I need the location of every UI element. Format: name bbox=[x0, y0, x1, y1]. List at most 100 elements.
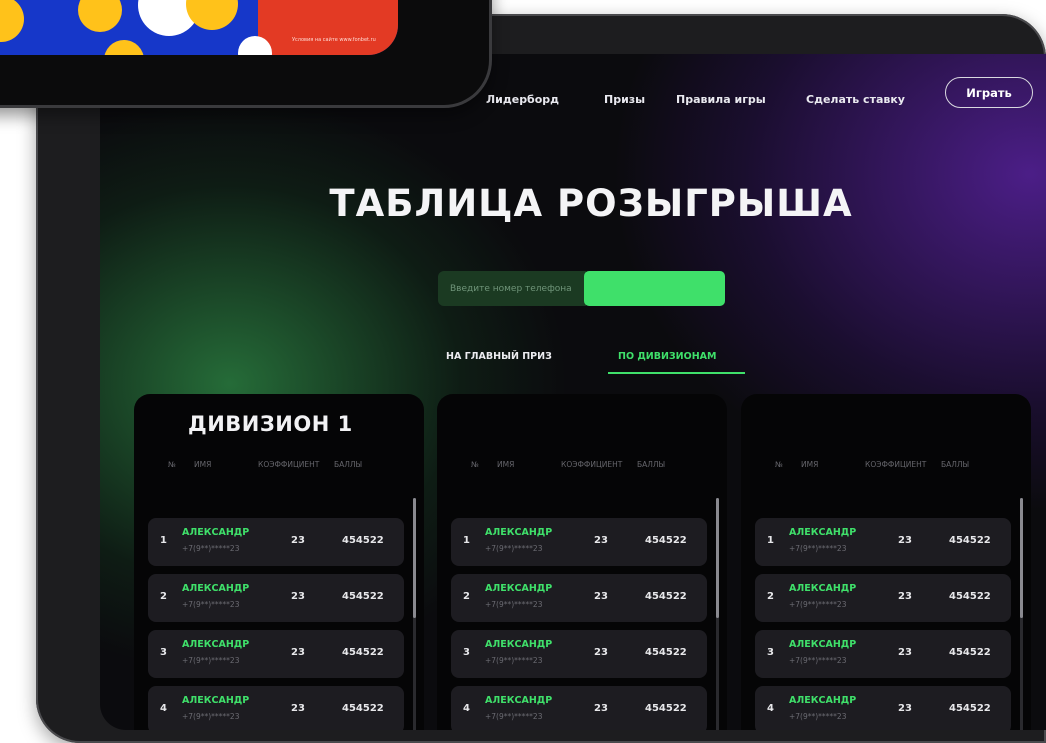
row-points: 454522 bbox=[342, 647, 384, 658]
row-points: 454522 bbox=[342, 591, 384, 602]
phone-search-input[interactable] bbox=[438, 271, 586, 306]
nav-link-leaderboard[interactable]: Лидерборд bbox=[486, 93, 559, 106]
row-name: АЛЕКСАНДР bbox=[789, 639, 857, 650]
scrollbar-thumb[interactable] bbox=[716, 498, 719, 618]
row-name: АЛЕКСАНДР bbox=[485, 639, 553, 650]
row-name: АЛЕКСАНДР bbox=[182, 639, 250, 650]
row-coef: 23 bbox=[594, 535, 608, 546]
table-row[interactable]: 2 АЛЕКСАНДР +7(9**)*****23 23 454522 bbox=[451, 574, 707, 622]
yellow-circle-shape bbox=[186, 0, 238, 30]
row-rank: 1 bbox=[767, 535, 774, 546]
row-name: АЛЕКСАНДР bbox=[182, 527, 250, 538]
yellow-circle-shape bbox=[104, 40, 144, 55]
division-title: ДИВИЗИОН 1 bbox=[188, 412, 353, 436]
row-phone: +7(9**)*****23 bbox=[789, 712, 847, 721]
nav-link-bet[interactable]: Сделать ставку bbox=[806, 93, 905, 106]
phone-fine-print: Условия на сайте www.fonbet.ru bbox=[292, 37, 376, 43]
row-coef: 23 bbox=[898, 647, 912, 658]
row-points: 454522 bbox=[645, 647, 687, 658]
col-header-name: ИМЯ bbox=[194, 460, 212, 469]
row-rank: 3 bbox=[767, 647, 774, 658]
row-coef: 23 bbox=[594, 647, 608, 658]
row-phone: +7(9**)*****23 bbox=[485, 656, 543, 665]
row-name: АЛЕКСАНДР bbox=[182, 695, 250, 706]
row-coef: 23 bbox=[594, 703, 608, 714]
row-rank: 4 bbox=[160, 703, 167, 714]
col-header-points: БАЛЛЫ bbox=[637, 460, 666, 469]
table-row[interactable]: 3 АЛЕКСАНДР +7(9**)*****23 23 454522 bbox=[148, 630, 404, 678]
row-coef: 23 bbox=[291, 591, 305, 602]
row-name: АЛЕКСАНДР bbox=[789, 527, 857, 538]
table-row[interactable]: 3 АЛЕКСАНДР +7(9**)*****23 23 454522 bbox=[755, 630, 1011, 678]
row-name: АЛЕКСАНДР bbox=[789, 695, 857, 706]
table-row[interactable]: 2 АЛЕКСАНДР +7(9**)*****23 23 454522 bbox=[755, 574, 1011, 622]
row-coef: 23 bbox=[898, 535, 912, 546]
row-points: 454522 bbox=[949, 703, 991, 714]
search-button[interactable] bbox=[584, 271, 725, 306]
nav-link-rules[interactable]: Правила игры bbox=[676, 93, 766, 106]
yellow-circle-shape bbox=[0, 0, 24, 42]
col-header-points: БАЛЛЫ bbox=[941, 460, 970, 469]
division-card: ДИВИЗИОН 1 № ИМЯ КОЭФФИЦИЕНТ БАЛЛЫ 1 АЛЕ… bbox=[134, 394, 424, 730]
row-phone: +7(9**)*****23 bbox=[789, 656, 847, 665]
row-coef: 23 bbox=[898, 591, 912, 602]
red-banner-shape bbox=[258, 0, 398, 55]
phone-screen: Условия на сайте www.fonbet.ru bbox=[0, 0, 398, 55]
row-points: 454522 bbox=[342, 535, 384, 546]
table-row[interactable]: 1 АЛЕКСАНДР +7(9**)*****23 23 454522 bbox=[451, 518, 707, 566]
col-header-coef: КОЭФФИЦИЕНТ bbox=[258, 460, 320, 469]
tablet-frame: Лидерборд Призы Правила игры Сделать ста… bbox=[36, 14, 1046, 743]
row-rank: 4 bbox=[463, 703, 470, 714]
scrollbar[interactable] bbox=[716, 498, 719, 730]
active-tab-indicator bbox=[608, 372, 745, 374]
row-rank: 4 bbox=[767, 703, 774, 714]
col-header-name: ИМЯ bbox=[497, 460, 515, 469]
col-header-coef: КОЭФФИЦИЕНТ bbox=[561, 460, 623, 469]
table-row[interactable]: 1 АЛЕКСАНДР +7(9**)*****23 23 454522 bbox=[755, 518, 1011, 566]
row-name: АЛЕКСАНДР bbox=[485, 527, 553, 538]
row-points: 454522 bbox=[342, 703, 384, 714]
row-rank: 3 bbox=[463, 647, 470, 658]
table-row[interactable]: 4 АЛЕКСАНДР +7(9**)*****23 23 454522 bbox=[148, 686, 404, 730]
row-phone: +7(9**)*****23 bbox=[485, 600, 543, 609]
row-phone: +7(9**)*****23 bbox=[789, 600, 847, 609]
table-row[interactable]: 2 АЛЕКСАНДР +7(9**)*****23 23 454522 bbox=[148, 574, 404, 622]
row-coef: 23 bbox=[594, 591, 608, 602]
row-phone: +7(9**)*****23 bbox=[485, 544, 543, 553]
row-rank: 1 bbox=[463, 535, 470, 546]
row-name: АЛЕКСАНДР bbox=[485, 695, 553, 706]
scrollbar-thumb[interactable] bbox=[1020, 498, 1023, 618]
row-rank: 2 bbox=[463, 591, 470, 602]
row-phone: +7(9**)*****23 bbox=[182, 544, 240, 553]
tab-divisions[interactable]: ПО ДИВИЗИОНАМ bbox=[618, 351, 716, 362]
row-coef: 23 bbox=[291, 535, 305, 546]
table-row[interactable]: 1 АЛЕКСАНДР +7(9**)*****23 23 454522 bbox=[148, 518, 404, 566]
col-header-num: № bbox=[168, 460, 176, 469]
phone-frame: Условия на сайте www.fonbet.ru bbox=[0, 0, 492, 108]
page-title: ТАБЛИЦА РОЗЫГРЫША bbox=[329, 182, 853, 225]
col-header-points: БАЛЛЫ bbox=[334, 460, 363, 469]
division-card: № ИМЯ КОЭФФИЦИЕНТ БАЛЛЫ 1 АЛЕКСАНДР +7(9… bbox=[741, 394, 1031, 730]
table-row[interactable]: 3 АЛЕКСАНДР +7(9**)*****23 23 454522 bbox=[451, 630, 707, 678]
row-coef: 23 bbox=[898, 703, 912, 714]
nav-link-prizes[interactable]: Призы bbox=[604, 93, 645, 106]
row-phone: +7(9**)*****23 bbox=[789, 544, 847, 553]
row-points: 454522 bbox=[949, 591, 991, 602]
yellow-circle-shape bbox=[78, 0, 122, 32]
row-rank: 3 bbox=[160, 647, 167, 658]
tab-main-prize[interactable]: НА ГЛАВНЫЙ ПРИЗ bbox=[446, 351, 552, 362]
row-coef: 23 bbox=[291, 703, 305, 714]
col-header-num: № bbox=[471, 460, 479, 469]
scrollbar-thumb[interactable] bbox=[413, 498, 416, 618]
row-name: АЛЕКСАНДР bbox=[182, 583, 250, 594]
play-button[interactable]: Играть bbox=[945, 77, 1033, 108]
col-header-coef: КОЭФФИЦИЕНТ bbox=[865, 460, 927, 469]
table-row[interactable]: 4 АЛЕКСАНДР +7(9**)*****23 23 454522 bbox=[451, 686, 707, 730]
row-points: 454522 bbox=[645, 703, 687, 714]
col-header-name: ИМЯ bbox=[801, 460, 819, 469]
row-coef: 23 bbox=[291, 647, 305, 658]
scrollbar[interactable] bbox=[1020, 498, 1023, 730]
row-phone: +7(9**)*****23 bbox=[182, 600, 240, 609]
scrollbar[interactable] bbox=[413, 498, 416, 730]
table-row[interactable]: 4 АЛЕКСАНДР +7(9**)*****23 23 454522 bbox=[755, 686, 1011, 730]
